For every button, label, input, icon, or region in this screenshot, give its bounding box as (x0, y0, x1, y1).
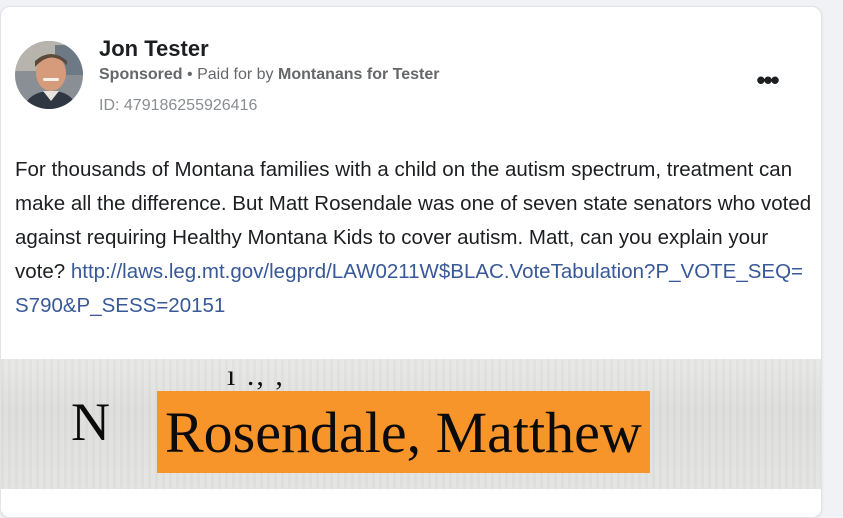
paid-for-name[interactable]: Montanans for Tester (278, 66, 440, 83)
sponsored-post-card: Jon Tester Sponsored • Paid for by Monta… (0, 6, 822, 518)
ad-id: ID: 479186255926416 (99, 97, 258, 114)
paid-for-prefix: Paid for by (197, 66, 278, 83)
more-options-icon: ••• (756, 64, 779, 95)
sponsored-meta: Sponsored • Paid for by Montanans for Te… (99, 66, 440, 84)
more-options-button[interactable]: ••• (749, 65, 785, 95)
meta-separator: • (182, 66, 198, 83)
post-footer-area (1, 489, 821, 517)
highlighted-name: Rosendale, Matthew (157, 391, 650, 473)
post-image[interactable]: ı ., , N Rosendale, Matthew (1, 359, 821, 489)
post-text-block: For thousands of Montana families with a… (15, 153, 815, 323)
partial-text-top: ı ., , (227, 359, 285, 392)
post-link[interactable]: http://laws.leg.mt.gov/legprd/LAW0211W$B… (15, 260, 803, 317)
vote-letter: N (71, 392, 110, 452)
sponsored-label[interactable]: Sponsored (99, 66, 183, 83)
author-avatar[interactable] (15, 41, 83, 109)
avatar-photo (15, 41, 83, 109)
author-name[interactable]: Jon Tester (99, 36, 209, 62)
